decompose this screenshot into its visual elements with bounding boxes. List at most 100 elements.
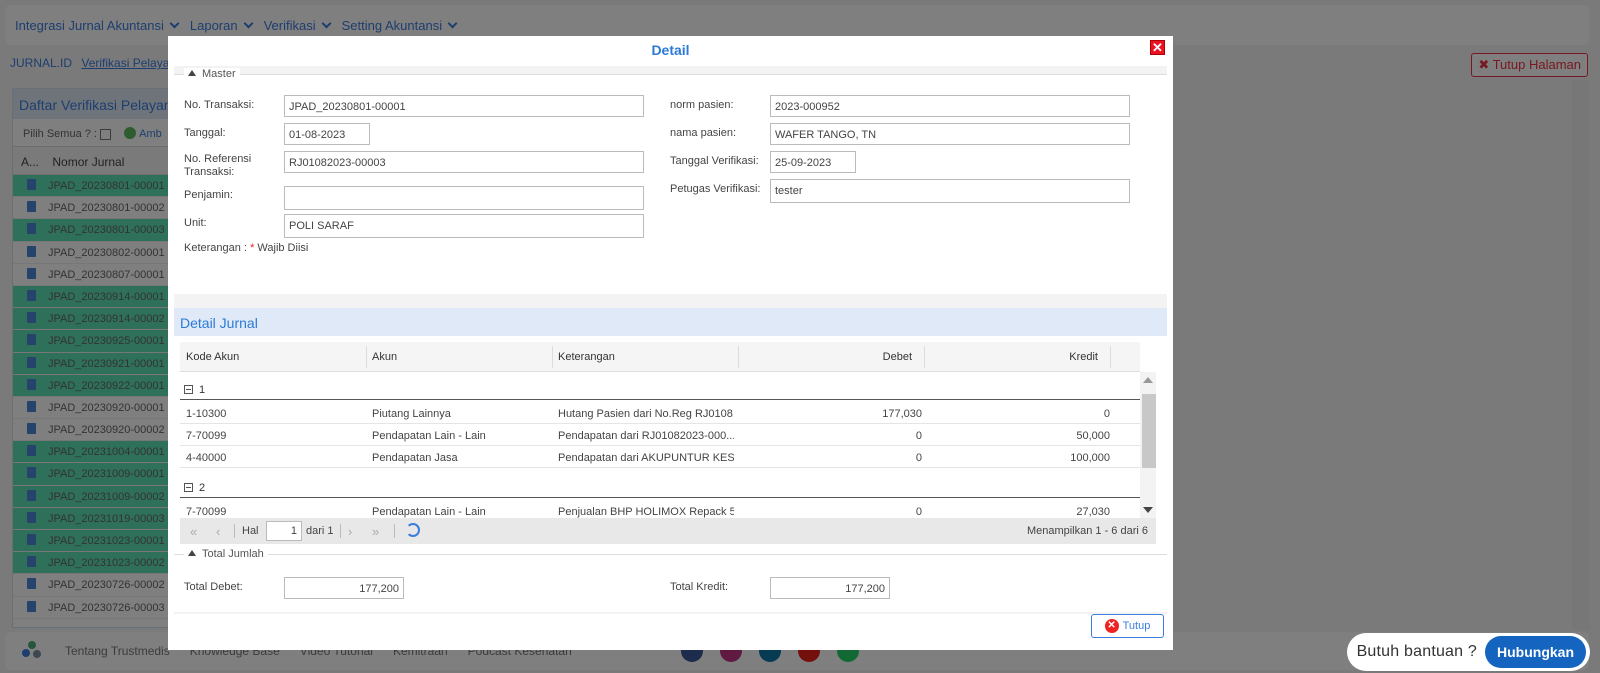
col-debet[interactable]: Debet xyxy=(744,351,912,363)
pager-divider xyxy=(234,524,235,538)
master-legend-label: Master xyxy=(202,68,236,80)
table-row[interactable]: 7-70099 Pendapatan Lain - Lain Penjualan B… xyxy=(180,500,1140,518)
hubungkan-button[interactable]: Hubungkan xyxy=(1485,636,1586,668)
cell-kode: 1-10300 xyxy=(186,408,227,420)
no-ref-label-line1: No. Referensi xyxy=(184,153,252,165)
detail-jurnal-panel: Detail Jurnal Kode Akun Akun Keterangan … xyxy=(174,308,1167,568)
help-question: Butuh bantuan ? xyxy=(1356,643,1477,660)
cell-kredit: 50,000 xyxy=(1076,430,1110,442)
group-label: 2 xyxy=(199,482,206,494)
detail-dialog: Detail ✕ Master No. Transaksi: JPAD_2023… xyxy=(168,36,1173,650)
col-kredit[interactable]: Kredit xyxy=(930,351,1098,363)
help-widget: Butuh bantuan ? Hubungkan xyxy=(1347,633,1590,671)
master-fieldset: Master No. Transaksi: JPAD_20230801-0000… xyxy=(174,68,1167,294)
total-kredit-field[interactable]: 177,200 xyxy=(770,577,890,599)
last-page-icon[interactable]: » xyxy=(372,524,379,539)
tutup-button[interactable]: ✕ Tutup xyxy=(1091,614,1164,638)
page-number-input[interactable]: 1 xyxy=(266,521,302,541)
cell-akun: Piutang Lainnya xyxy=(372,408,451,420)
tanggal-label: Tanggal: xyxy=(184,127,226,139)
cell-debet: 0 xyxy=(915,452,922,464)
pager-divider xyxy=(340,524,341,538)
total-legend[interactable]: Total Jumlah xyxy=(184,548,268,560)
table-row[interactable]: 4-40000 Pendapatan Jasa Pendapatan dari AK… xyxy=(180,446,1140,468)
grid-header: Kode Akun Akun Keterangan Debet Kredit xyxy=(180,342,1140,372)
group-row[interactable]: 1 xyxy=(180,378,1140,400)
grid-scrollbar[interactable] xyxy=(1140,372,1156,518)
keterangan-text: Wajib Diisi xyxy=(257,242,309,254)
table-row[interactable]: 7-70099 Pendapatan Lain - Lain Pendapatan … xyxy=(180,424,1140,446)
cell-kredit: 0 xyxy=(1103,408,1110,420)
col-divider xyxy=(1110,346,1111,368)
petugas-field[interactable]: tester xyxy=(770,179,1130,203)
cell-kode: 7-70099 xyxy=(186,430,227,442)
no-ref-label-line2: Transaksi: xyxy=(184,166,235,178)
close-circle-icon: ✕ xyxy=(1104,619,1119,633)
total-fieldset: Total Jumlah Total Debet: 177,200 Total … xyxy=(174,548,1167,612)
tgl-verif-label: Tanggal Verifikasi: xyxy=(670,155,759,167)
grid-pager: « ‹ Hal 1 dari 1 › » Menampilkan 1 - 6 d… xyxy=(180,518,1156,544)
no-transaksi-field[interactable]: JPAD_20230801-00001 xyxy=(284,95,644,117)
cell-ket: Hutang Pasien dari No.Reg RJ0108... xyxy=(558,408,734,420)
col-divider xyxy=(924,346,925,368)
total-debet-field[interactable]: 177,200 xyxy=(284,577,404,599)
refresh-icon[interactable] xyxy=(406,523,420,537)
unit-field[interactable]: POLI SARAF xyxy=(284,214,644,238)
scroll-thumb[interactable] xyxy=(1142,394,1156,468)
collapse-group-icon[interactable] xyxy=(184,483,193,492)
tgl-verif-field[interactable]: 25-09-2023 xyxy=(770,151,856,173)
pager-summary: Menampilkan 1 - 6 dari 6 xyxy=(1026,525,1148,537)
pager-divider xyxy=(394,524,395,538)
keterangan-note: Keterangan : * Wajib Diisi xyxy=(184,242,308,255)
first-page-icon[interactable]: « xyxy=(190,524,197,539)
col-divider xyxy=(552,346,553,368)
col-akun[interactable]: Akun xyxy=(372,351,397,363)
col-divider xyxy=(738,346,739,368)
page-of-label: dari 1 xyxy=(306,525,334,537)
cell-kredit: 100,000 xyxy=(1070,452,1110,464)
nama-field[interactable]: WAFER TANGO, TN xyxy=(770,123,1130,145)
scroll-down-icon[interactable] xyxy=(1143,507,1153,513)
collapse-group-icon[interactable] xyxy=(184,385,193,394)
group-label: 1 xyxy=(199,384,206,396)
petugas-label: Petugas Verifikasi: xyxy=(670,183,761,195)
scroll-up-icon[interactable] xyxy=(1143,377,1153,383)
keterangan-prefix: Keterangan : xyxy=(184,242,247,254)
cell-ket: Pendapatan dari AKUPUNTUR KES... xyxy=(558,452,734,464)
table-row[interactable]: 1-10300 Piutang Lainnya Hutang Pasien dari… xyxy=(180,402,1140,424)
no-ref-field[interactable]: RJ01082023-00003 xyxy=(284,151,644,173)
cell-ket: Pendapatan dari RJ01082023-000... xyxy=(558,430,734,442)
collapse-icon xyxy=(188,70,196,76)
col-keterangan[interactable]: Keterangan xyxy=(558,351,615,363)
col-kode-akun[interactable]: Kode Akun xyxy=(186,351,239,363)
cell-debet: 0 xyxy=(915,430,922,442)
penjamin-label: Penjamin: xyxy=(184,189,233,201)
total-debet-label: Total Debet: xyxy=(184,581,243,593)
dialog-title: Detail xyxy=(651,42,690,58)
norm-field[interactable]: 2023-000952 xyxy=(770,95,1130,117)
cell-kredit: 27,030 xyxy=(1076,506,1110,518)
tutup-label: Tutup xyxy=(1122,620,1151,632)
penjamin-field[interactable] xyxy=(284,186,644,210)
no-ref-label: No. Referensi Transaksi: xyxy=(184,153,251,179)
dialog-body: Master No. Transaksi: JPAD_20230801-0000… xyxy=(174,66,1167,614)
tanggal-field[interactable]: 01-08-2023 xyxy=(284,123,370,145)
jurnal-grid: Kode Akun Akun Keterangan Debet Kredit 1… xyxy=(180,342,1156,552)
no-transaksi-label: No. Transaksi: xyxy=(184,99,255,111)
master-legend[interactable]: Master xyxy=(184,68,240,80)
hal-label: Hal xyxy=(242,525,259,537)
cell-kode: 7-70099 xyxy=(186,506,227,518)
cell-kode: 4-40000 xyxy=(186,452,227,464)
required-star: * xyxy=(250,242,255,254)
total-kredit-label: Total Kredit: xyxy=(670,581,729,593)
group-row[interactable]: 2 xyxy=(180,476,1140,498)
nama-label: nama pasien: xyxy=(670,127,737,139)
cell-akun: Pendapatan Lain - Lain xyxy=(372,430,486,442)
dialog-close-icon[interactable]: ✕ xyxy=(1150,40,1165,55)
cell-debet: 0 xyxy=(915,506,922,518)
cell-ket: Penjualan BHP HOLIMOX Repack 5... xyxy=(558,506,734,518)
norm-label: norm pasien: xyxy=(670,99,734,111)
next-page-icon[interactable]: › xyxy=(348,524,352,539)
prev-page-icon[interactable]: ‹ xyxy=(216,524,220,539)
unit-label: Unit: xyxy=(184,217,207,229)
